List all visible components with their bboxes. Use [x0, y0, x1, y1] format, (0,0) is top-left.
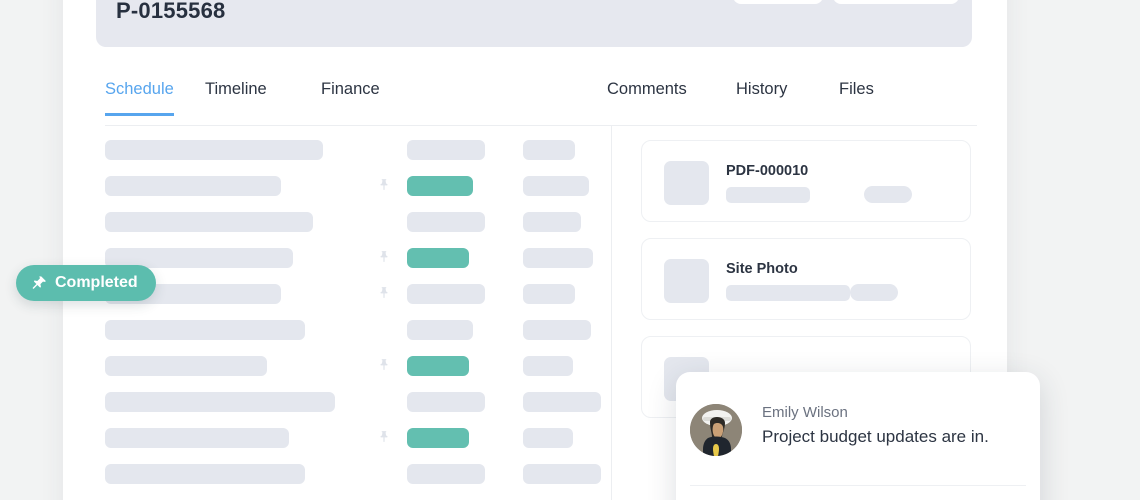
pushpin-icon — [30, 275, 47, 292]
schedule-row[interactable] — [105, 212, 605, 234]
schedule-row-meta-placeholder — [523, 248, 593, 268]
schedule-row-label-placeholder — [105, 428, 289, 448]
project-id-title: P-0155568 — [116, 0, 226, 23]
schedule-row[interactable] — [105, 284, 605, 306]
comment-author: Emily Wilson — [762, 404, 848, 421]
schedule-row-label-placeholder — [105, 464, 305, 484]
file-subtitle-placeholder — [726, 285, 850, 301]
schedule-row-status-bar — [407, 284, 485, 304]
file-status-pill — [850, 284, 898, 301]
tab-timeline[interactable]: Timeline — [205, 80, 267, 113]
header-box-2[interactable] — [833, 0, 959, 4]
project-header-band: P-0155568 — [96, 0, 972, 47]
comment-item[interactable]: Emily Wilson Project budget updates are … — [676, 394, 1040, 470]
file-title: PDF-000010 — [726, 163, 809, 179]
schedule-row-status-bar — [407, 464, 485, 484]
schedule-row[interactable] — [105, 248, 605, 270]
completed-status-badge[interactable]: Completed — [16, 265, 156, 301]
pushpin-icon[interactable] — [377, 248, 391, 266]
schedule-row-meta-placeholder — [523, 284, 575, 304]
schedule-row[interactable] — [105, 464, 605, 486]
schedule-row-label-placeholder — [105, 356, 267, 376]
schedule-row-meta-placeholder — [523, 176, 589, 196]
schedule-row[interactable] — [105, 356, 605, 378]
schedule-row[interactable] — [105, 320, 605, 342]
pushpin-icon[interactable] — [377, 176, 391, 194]
comment-divider — [690, 485, 1026, 486]
tab-schedule[interactable]: Schedule — [105, 80, 174, 116]
schedule-row-meta-placeholder — [523, 428, 573, 448]
tab-bar: Schedule Timeline Finance Comments Histo… — [105, 80, 977, 126]
schedule-row-status-bar — [407, 392, 485, 412]
schedule-row-label-placeholder — [105, 176, 281, 196]
schedule-list — [105, 140, 605, 500]
schedule-row-meta-placeholder — [523, 320, 591, 340]
schedule-row-label-placeholder — [105, 140, 323, 160]
tab-finance[interactable]: Finance — [321, 80, 380, 113]
file-subtitle-placeholder — [726, 187, 810, 203]
schedule-row-status-bar — [407, 320, 473, 340]
file-thumbnail — [664, 161, 709, 205]
pushpin-icon[interactable] — [377, 284, 391, 302]
schedule-row[interactable] — [105, 392, 605, 414]
schedule-row-status-bar — [407, 212, 485, 232]
avatar — [690, 404, 742, 456]
schedule-row-meta-placeholder — [523, 140, 575, 160]
schedule-row-status-bar — [407, 176, 473, 196]
file-card[interactable]: PDF-000010 — [641, 140, 971, 222]
tab-comments[interactable]: Comments — [607, 80, 687, 113]
schedule-row-status-bar — [407, 428, 469, 448]
file-thumbnail — [664, 259, 709, 303]
schedule-row-meta-placeholder — [523, 464, 601, 484]
schedule-row[interactable] — [105, 176, 605, 198]
header-box-1[interactable] — [733, 0, 823, 4]
file-title: Site Photo — [726, 261, 798, 277]
schedule-row-label-placeholder — [105, 212, 313, 232]
comment-text: Project budget updates are in. — [762, 427, 989, 446]
schedule-row-meta-placeholder — [523, 212, 581, 232]
panel-divider — [611, 126, 612, 500]
file-card[interactable]: Site Photo — [641, 238, 971, 320]
schedule-row[interactable] — [105, 428, 605, 450]
pushpin-icon[interactable] — [377, 356, 391, 374]
schedule-row-label-placeholder — [105, 392, 335, 412]
comments-popup[interactable]: Emily Wilson Project budget updates are … — [676, 372, 1040, 500]
schedule-row-meta-placeholder — [523, 392, 601, 412]
schedule-row-status-bar — [407, 356, 469, 376]
pushpin-icon[interactable] — [377, 428, 391, 446]
schedule-row-status-bar — [407, 248, 469, 268]
tab-files[interactable]: Files — [839, 80, 874, 113]
schedule-row-meta-placeholder — [523, 356, 573, 376]
completed-badge-label: Completed — [55, 274, 138, 291]
screenshot-stage: P-0155568 Schedule Timeline Finance Comm… — [0, 0, 1140, 500]
schedule-row[interactable] — [105, 140, 605, 162]
schedule-row-status-bar — [407, 140, 485, 160]
schedule-row-label-placeholder — [105, 320, 305, 340]
file-status-pill — [864, 186, 912, 203]
tab-history[interactable]: History — [736, 80, 787, 113]
